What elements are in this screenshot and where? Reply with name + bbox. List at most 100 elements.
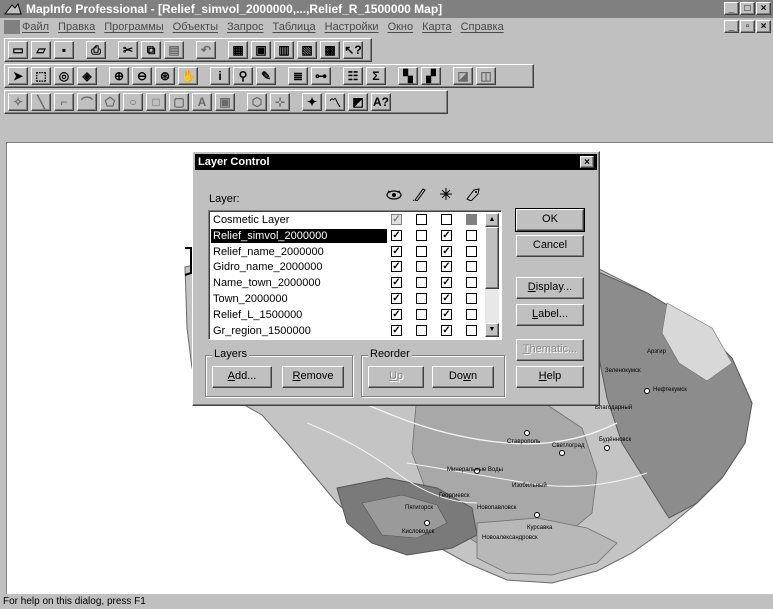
line-style-icon[interactable]: 〽 <box>325 93 345 111</box>
selectable-checkbox[interactable]: ✓ <box>441 324 452 336</box>
editable-checkbox[interactable] <box>416 245 427 257</box>
hot-link-icon[interactable]: ⚲ <box>233 67 253 85</box>
rectangle-icon[interactable]: □ <box>146 93 166 111</box>
selectable-checkbox[interactable] <box>441 214 452 225</box>
selectable-checkbox[interactable]: ✓ <box>441 308 452 320</box>
drag-window-icon[interactable]: ◫ <box>476 67 496 85</box>
layer-row[interactable]: Cosmetic Layer ✓ <box>211 213 483 227</box>
new-layout-icon[interactable]: ▧ <box>297 41 317 59</box>
new-browser-icon[interactable]: ▦ <box>228 41 248 59</box>
editable-checkbox[interactable] <box>416 308 427 320</box>
visible-checkbox[interactable]: ✓ <box>391 277 402 289</box>
statistics-icon[interactable]: ▚ <box>398 67 418 85</box>
selectable-checkbox[interactable]: ✓ <box>441 245 452 257</box>
selectable-checkbox[interactable]: ✓ <box>441 293 452 304</box>
close-window-button[interactable]: × <box>756 2 771 15</box>
autolabel-checkbox[interactable] <box>466 324 477 336</box>
autolabel-checkbox[interactable] <box>466 308 477 320</box>
menu-window[interactable]: Окно <box>388 21 414 33</box>
help-pointer-icon[interactable]: ↖? <box>343 41 363 59</box>
radius-select-icon[interactable]: ◎ <box>54 67 74 85</box>
info-icon[interactable]: i <box>210 67 230 85</box>
symbol-style-icon[interactable]: ✦ <box>302 93 322 111</box>
undo-icon[interactable]: ↶ <box>196 41 216 59</box>
autolabel-checkbox[interactable] <box>466 214 477 225</box>
change-view-icon[interactable]: ⊛ <box>155 67 175 85</box>
frame-icon[interactable]: ▣ <box>215 93 235 111</box>
visible-checkbox[interactable]: ✓ <box>391 308 402 320</box>
layer-row[interactable]: Relief_L_1500000 ✓ ✓ <box>211 308 483 322</box>
grabber-icon[interactable]: ✋ <box>178 67 198 85</box>
layer-name[interactable]: Relief_L_1500000 <box>211 308 387 322</box>
add-node-icon[interactable]: ⊹ <box>270 93 290 111</box>
editable-checkbox[interactable] <box>416 277 427 289</box>
new-mapper-icon[interactable]: ▣ <box>251 41 271 59</box>
menu-file[interactable]: Файл <box>22 21 49 33</box>
layer-name[interactable]: Cosmetic Layer <box>211 213 387 227</box>
editable-checkbox[interactable] <box>416 229 427 241</box>
scroll-up-icon[interactable]: ▲ <box>485 213 499 227</box>
editable-checkbox[interactable] <box>416 214 427 225</box>
rounded-rectangle-icon[interactable]: ▢ <box>169 93 189 111</box>
legend-icon[interactable]: ☷ <box>343 67 363 85</box>
layer-list[interactable]: Cosmetic Layer ✓ Relief_simvol_2000000 ✓ ✓ Re… <box>208 210 502 340</box>
layer-name[interactable]: Name_town_2000000 <box>211 276 387 290</box>
copy-icon[interactable]: ⧉ <box>141 41 161 59</box>
ellipse-icon[interactable]: ○ <box>123 93 143 111</box>
new-redistrict-icon[interactable]: ▩ <box>320 41 340 59</box>
reshape-icon[interactable]: ⬡ <box>247 93 267 111</box>
layer-list-scrollbar[interactable]: ▲ ▼ <box>485 213 499 337</box>
visible-checkbox[interactable]: ✓ <box>391 214 402 225</box>
autolabel-checkbox[interactable] <box>466 245 477 257</box>
zoom-out-icon[interactable]: ⊖ <box>132 67 152 85</box>
thematic-icon[interactable]: ▞ <box>421 67 441 85</box>
polyline-icon[interactable]: ⌐ <box>54 93 74 111</box>
maximize-button[interactable]: □ <box>740 2 755 15</box>
ruler-icon[interactable]: ⊶ <box>311 67 331 85</box>
layer-control-icon[interactable]: ≣ <box>288 67 308 85</box>
visible-checkbox[interactable]: ✓ <box>391 229 402 241</box>
doc-minimize-button[interactable]: _ <box>724 20 739 33</box>
save-icon[interactable]: ▪ <box>54 41 74 59</box>
layer-row[interactable]: Relief_name_2000000 ✓ ✓ <box>211 245 483 259</box>
menu-query[interactable]: Запрос <box>227 21 263 33</box>
move-down-button[interactable]: Down <box>432 366 494 388</box>
autolabel-checkbox[interactable] <box>466 293 477 304</box>
label-button[interactable]: Label... <box>516 304 584 326</box>
layer-name[interactable]: Relief_name_2000000 <box>211 245 387 259</box>
menu-help[interactable]: Справка <box>461 21 504 33</box>
cancel-button[interactable]: Cancel <box>516 235 584 257</box>
new-grapher-icon[interactable]: ▥ <box>274 41 294 59</box>
line-icon[interactable]: ╲ <box>31 93 51 111</box>
ok-button[interactable]: OK <box>515 208 585 232</box>
visible-checkbox[interactable]: ✓ <box>391 261 402 273</box>
scroll-down-icon[interactable]: ▼ <box>485 323 499 337</box>
clip-region-icon[interactable]: ◪ <box>453 67 473 85</box>
new-icon[interactable]: ▭ <box>8 41 28 59</box>
layer-name[interactable]: Gr_region_1500000 <box>211 324 387 338</box>
layer-row[interactable]: Gidro_name_2000000 ✓ ✓ <box>211 260 483 274</box>
text-icon[interactable]: A <box>192 93 212 111</box>
arc-icon[interactable]: ⌒ <box>77 93 97 111</box>
visible-checkbox[interactable]: ✓ <box>391 293 402 304</box>
help-button[interactable]: Help <box>516 366 584 388</box>
paste-icon[interactable]: ▤ <box>164 41 184 59</box>
polygon-icon[interactable]: ⬠ <box>100 93 120 111</box>
editable-checkbox[interactable] <box>416 261 427 273</box>
mapinfo-app-icon[interactable] <box>4 2 22 16</box>
document-icon[interactable] <box>4 20 20 34</box>
menu-options[interactable]: Настройки <box>325 21 379 33</box>
menu-tools[interactable]: Программы <box>104 21 163 33</box>
editable-checkbox[interactable] <box>416 293 427 304</box>
dialog-close-button[interactable]: × <box>580 156 594 168</box>
layer-row[interactable]: Town_2000000 ✓ ✓ <box>211 292 483 306</box>
zoom-in-icon[interactable]: ⊕ <box>109 67 129 85</box>
autolabel-checkbox[interactable] <box>466 261 477 273</box>
marquee-select-icon[interactable]: ⬚ <box>31 67 51 85</box>
remove-layer-button[interactable]: Remove <box>282 366 344 388</box>
cut-icon[interactable]: ✂ <box>118 41 138 59</box>
selectable-checkbox[interactable]: ✓ <box>441 277 452 289</box>
selectable-checkbox[interactable]: ✓ <box>441 261 452 273</box>
doc-close-button[interactable]: × <box>756 20 771 33</box>
symbol-icon[interactable]: ✧ <box>8 93 28 111</box>
